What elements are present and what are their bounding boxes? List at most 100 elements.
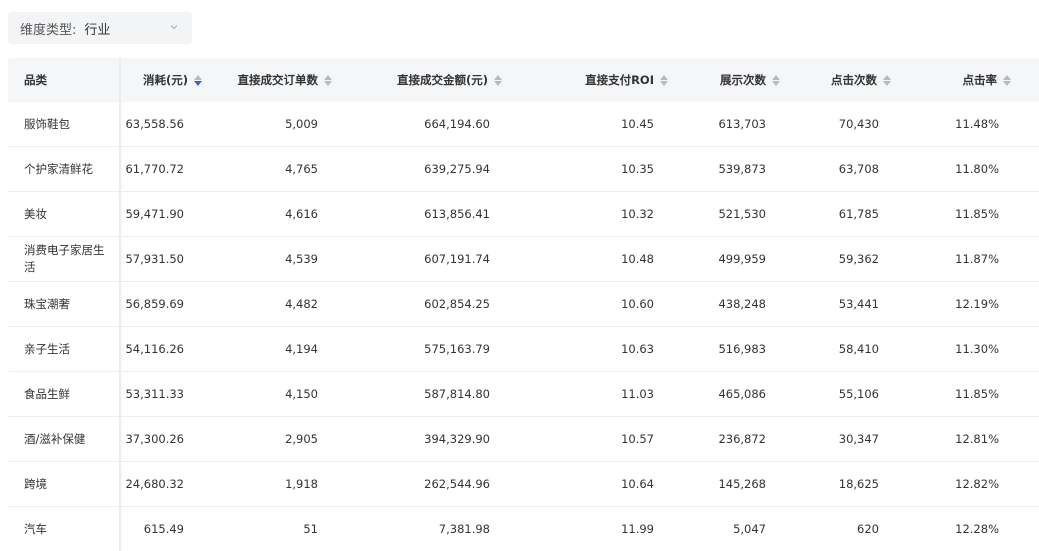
header-clicks[interactable]: 点击次数 xyxy=(808,58,919,102)
industry-data-table: 品类 消耗(元) 直接成交订单数 直接成交金额(元) 直接支付ROI 展示次数 点击次数 点击… xyxy=(8,58,1039,551)
value-cell: 12.82% xyxy=(919,461,1039,507)
table-row[interactable]: 酒/滋补保健 37,300.26 2,905 394,329.90 10.57 236,8… xyxy=(8,416,1039,462)
header-label: 品类 xyxy=(24,73,47,87)
value-cell: 12.81% xyxy=(919,416,1039,462)
header-label: 展示次数 xyxy=(720,73,766,87)
value-cell: 4,482 xyxy=(230,281,360,327)
value-cell: 4,616 xyxy=(230,191,360,237)
category-cell: 服饰鞋包 xyxy=(8,102,121,147)
sort-icon[interactable] xyxy=(324,74,332,86)
value-cell: 58,410 xyxy=(808,326,919,372)
value-cell: 394,329.90 xyxy=(360,416,530,462)
value-cell: 465,086 xyxy=(696,371,808,417)
header-label: 直接成交金额(元) xyxy=(396,73,488,87)
value-cell: 613,856.41 xyxy=(360,191,530,237)
table-row[interactable]: 个护家清鲜花 61,770.72 4,765 639,275.94 10.35 539,8… xyxy=(8,146,1039,192)
value-cell: 613,703 xyxy=(696,102,808,147)
sort-icon[interactable] xyxy=(194,74,202,86)
value-cell: 53,441 xyxy=(808,281,919,327)
table-header-row: 品类 消耗(元) 直接成交订单数 直接成交金额(元) 直接支付ROI 展示次数 点击次数 点击… xyxy=(8,58,1039,102)
header-cost[interactable]: 消耗(元) xyxy=(120,58,230,102)
value-cell: 57,931.50 xyxy=(120,236,230,282)
value-cell: 59,471.90 xyxy=(120,191,230,237)
value-cell: 620 xyxy=(808,506,919,551)
sort-icon[interactable] xyxy=(660,74,668,86)
value-cell: 54,116.26 xyxy=(120,326,230,372)
table-row[interactable]: 珠宝潮奢 56,859.69 4,482 602,854.25 10.60 438,248… xyxy=(8,281,1039,327)
category-cell: 汽车 xyxy=(8,506,121,551)
table-row[interactable]: 服饰鞋包 63,558.56 5,009 664,194.60 10.45 613,703… xyxy=(8,102,1039,147)
value-cell: 11.87% xyxy=(919,236,1039,282)
value-cell: 70,430 xyxy=(808,102,919,147)
sort-icon[interactable] xyxy=(883,74,891,86)
value-cell: 11.85% xyxy=(919,371,1039,417)
value-cell: 575,163.79 xyxy=(360,326,530,372)
value-cell: 11.48% xyxy=(919,102,1039,147)
value-cell: 59,362 xyxy=(808,236,919,282)
category-cell: 美妆 xyxy=(8,191,121,237)
header-label: 点击次数 xyxy=(831,73,877,87)
table-row[interactable]: 消费电子家居生活 57,931.50 4,539 607,191.74 10.48 499… xyxy=(8,236,1039,282)
value-cell: 11.80% xyxy=(919,146,1039,192)
value-cell: 539,873 xyxy=(696,146,808,192)
category-cell: 亲子生活 xyxy=(8,326,121,372)
sort-icon[interactable] xyxy=(494,74,502,86)
table-body: 服饰鞋包 63,558.56 5,009 664,194.60 10.45 613,703… xyxy=(8,102,1039,551)
value-cell: 516,983 xyxy=(696,326,808,372)
value-cell: 12.28% xyxy=(919,506,1039,551)
value-cell: 56,859.69 xyxy=(120,281,230,327)
value-cell: 10.64 xyxy=(530,461,696,507)
table-row[interactable]: 食品生鲜 53,311.33 4,150 587,814.80 11.03 465,086… xyxy=(8,371,1039,417)
value-cell: 11.85% xyxy=(919,191,1039,237)
table-row[interactable]: 汽车 615.49 51 7,381.98 11.99 5,047 620 12.28% xyxy=(8,506,1039,551)
value-cell: 61,785 xyxy=(808,191,919,237)
value-cell: 2,905 xyxy=(230,416,360,462)
header-label: 消耗(元) xyxy=(142,73,188,87)
value-cell: 11.30% xyxy=(919,326,1039,372)
sort-icon[interactable] xyxy=(772,74,780,86)
value-cell: 11.03 xyxy=(530,371,696,417)
value-cell: 10.35 xyxy=(530,146,696,192)
value-cell: 602,854.25 xyxy=(360,281,530,327)
value-cell: 4,765 xyxy=(230,146,360,192)
value-cell: 30,347 xyxy=(808,416,919,462)
value-cell: 4,539 xyxy=(230,236,360,282)
category-cell: 跨境 xyxy=(8,461,121,507)
value-cell: 7,381.98 xyxy=(360,506,530,551)
value-cell: 10.32 xyxy=(530,191,696,237)
value-cell: 10.63 xyxy=(530,326,696,372)
header-ctr[interactable]: 点击率 xyxy=(919,58,1039,102)
category-cell: 食品生鲜 xyxy=(8,371,121,417)
value-cell: 4,150 xyxy=(230,371,360,417)
sort-icon[interactable] xyxy=(1003,74,1011,86)
header-direct-amount[interactable]: 直接成交金额(元) xyxy=(360,58,530,102)
value-cell: 51 xyxy=(230,506,360,551)
value-cell: 499,959 xyxy=(696,236,808,282)
value-cell: 4,194 xyxy=(230,326,360,372)
category-cell: 酒/滋补保健 xyxy=(8,416,121,462)
table-row[interactable]: 跨境 24,680.32 1,918 262,544.96 10.64 145,268 18… xyxy=(8,461,1039,507)
value-cell: 607,191.74 xyxy=(360,236,530,282)
page: 维度类型: 行业 品类 消耗(元) 直接成交订单数 直接成交金额(元) 直接支付ROI 展… xyxy=(0,0,1039,551)
table-row[interactable]: 美妆 59,471.90 4,616 613,856.41 10.32 521,530 61… xyxy=(8,191,1039,237)
value-cell: 236,872 xyxy=(696,416,808,462)
value-cell: 145,268 xyxy=(696,461,808,507)
table-row[interactable]: 亲子生活 54,116.26 4,194 575,163.79 10.63 516,983… xyxy=(8,326,1039,372)
value-cell: 61,770.72 xyxy=(120,146,230,192)
header-label: 点击率 xyxy=(962,73,998,87)
dimension-type-select[interactable]: 维度类型: 行业 xyxy=(8,12,192,44)
value-cell: 10.60 xyxy=(530,281,696,327)
header-label: 直接成交订单数 xyxy=(237,73,319,87)
value-cell: 5,047 xyxy=(696,506,808,551)
chevron-down-icon xyxy=(170,25,178,30)
header-label: 直接支付ROI xyxy=(585,73,654,87)
value-cell: 18,625 xyxy=(808,461,919,507)
header-impressions[interactable]: 展示次数 xyxy=(696,58,808,102)
value-cell: 10.57 xyxy=(530,416,696,462)
value-cell: 438,248 xyxy=(696,281,808,327)
value-cell: 53,311.33 xyxy=(120,371,230,417)
category-cell: 个护家清鲜花 xyxy=(8,146,121,192)
header-direct-orders[interactable]: 直接成交订单数 xyxy=(230,58,360,102)
value-cell: 24,680.32 xyxy=(120,461,230,507)
header-direct-roi[interactable]: 直接支付ROI xyxy=(530,58,696,102)
